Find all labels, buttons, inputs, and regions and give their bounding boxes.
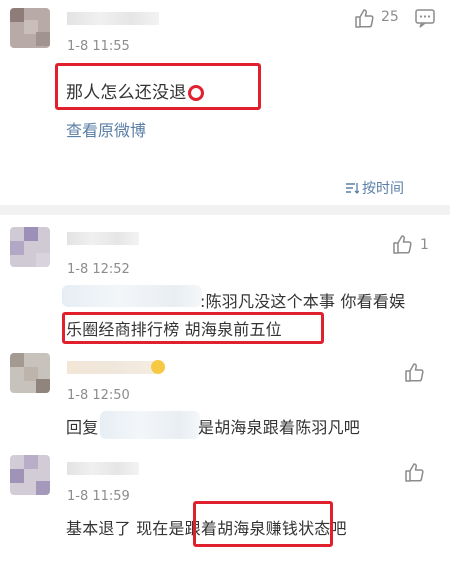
sort-button[interactable]: 按时间 (346, 178, 404, 198)
thumbs-up-icon[interactable] (403, 461, 425, 483)
thumbs-up-icon[interactable] (391, 233, 413, 255)
view-original-link[interactable]: 查看原微博 (66, 117, 146, 141)
blurred-username[interactable] (67, 12, 159, 25)
comment-reply-prefix: 回复 (66, 418, 99, 437)
section-divider (0, 205, 450, 215)
sort-label: 按时间 (362, 181, 404, 197)
comment-text-line1: :陈羽凡没这个本事 你看看娱 (200, 292, 406, 311)
comment-time: 1-8 12:52 (67, 262, 130, 277)
comment-icon[interactable] (414, 8, 436, 28)
blurred-username[interactable] (67, 462, 139, 475)
comment-time: 1-8 12:50 (67, 388, 130, 403)
blurred-mention (62, 285, 202, 307)
sort-icon (346, 182, 360, 194)
comment-time: 1-8 11:59 (67, 489, 130, 504)
blurred-mention (100, 411, 200, 439)
blurred-username[interactable] (67, 361, 155, 374)
comment-text: 是胡海泉跟着陈羽凡吧 (198, 418, 361, 437)
thumbs-up-icon[interactable] (403, 361, 425, 383)
avatar[interactable] (10, 455, 50, 495)
highlight-box (193, 501, 333, 547)
avatar[interactable] (10, 8, 50, 48)
like-count: 25 (381, 9, 399, 25)
avatar[interactable] (10, 353, 50, 393)
smiley-emoji (151, 360, 165, 374)
highlight-box (55, 63, 261, 110)
highlight-box (62, 312, 324, 344)
thumbs-up-icon[interactable] (353, 7, 375, 29)
blurred-username[interactable] (67, 232, 139, 245)
avatar[interactable] (10, 227, 50, 267)
like-count: 1 (420, 237, 429, 253)
comment-time: 1-8 11:55 (67, 39, 130, 54)
